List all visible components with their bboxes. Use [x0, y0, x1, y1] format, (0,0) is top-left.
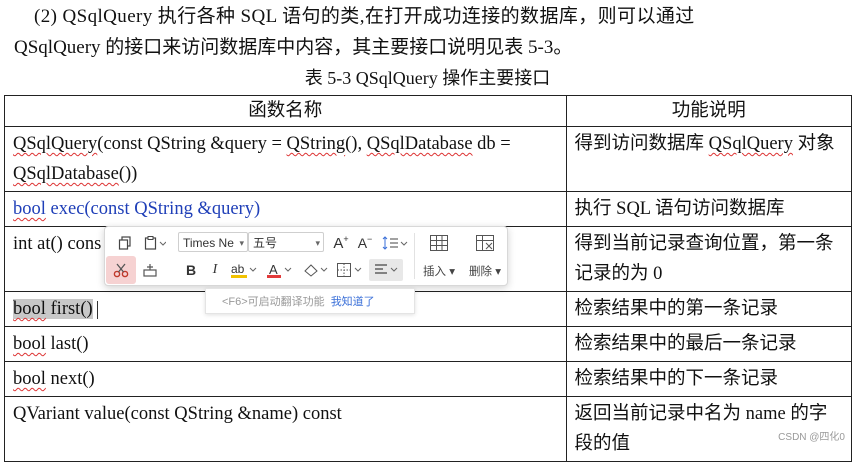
- table-row: bool last() 检索结果中的最后一条记录: [4, 326, 853, 362]
- table-row: QVariant value(const QString &name) cons…: [4, 396, 853, 462]
- description-cell: 检索结果中的下一条记录: [565, 361, 853, 397]
- delete-label[interactable]: 删除 ▾: [469, 263, 501, 279]
- tip-text: <F6>可启动翻译功能: [222, 296, 325, 308]
- selected-text: bool first(): [13, 299, 93, 319]
- align-icon[interactable]: [369, 259, 403, 281]
- font-grow-icon[interactable]: A +: [331, 232, 351, 254]
- header-description: 功能说明: [565, 95, 853, 127]
- font-name-select[interactable]: Times Ne ▾: [178, 232, 248, 252]
- translation-tip: <F6>可启动翻译功能 我知道了: [205, 288, 415, 314]
- table-header-row: 函数名称 功能说明: [4, 95, 853, 127]
- paragraph-line-1: (2) QSqlQuery 执行各种 SQL 语句的类,在打开成功连接的数据库，…: [34, 6, 695, 27]
- text-cursor: [96, 300, 98, 319]
- table-row: bool exec(const QString &query) 执行 SQL 语…: [4, 191, 853, 227]
- description-cell: 检索结果中的第一条记录: [565, 291, 853, 327]
- table-caption: 表 5-3 QSqlQuery 操作主要接口: [304, 68, 551, 88]
- table-insert-icon[interactable]: [423, 232, 455, 254]
- fill-color-icon[interactable]: [301, 259, 331, 281]
- toolbar-divider: [414, 233, 415, 279]
- function-name-cell: QVariant value(const QString &name) cons…: [4, 396, 567, 462]
- dismiss-tip-link[interactable]: 我知道了: [331, 296, 375, 308]
- format-painter-icon[interactable]: [139, 259, 161, 281]
- paragraph-line-2: QSqlQuery 的接口来访问数据库中内容，其主要接口说明见表 5-3。: [14, 37, 573, 58]
- font-shrink-icon[interactable]: A −: [355, 232, 375, 254]
- header-function-name: 函数名称: [4, 95, 567, 127]
- bold-icon[interactable]: B: [181, 259, 201, 281]
- floating-format-toolbar: Times Ne ▾ 五号 ▾ A + A − B I ab A 插入 ▾ 删除 ▾: [104, 226, 508, 286]
- insert-label[interactable]: 插入 ▾: [423, 263, 455, 279]
- table-row: bool next() 检索结果中的下一条记录: [4, 361, 853, 397]
- function-name-cell: bool next(): [4, 361, 567, 397]
- paste-icon[interactable]: [141, 232, 169, 254]
- border-icon[interactable]: [335, 259, 365, 281]
- svg-text:A: A: [269, 262, 278, 277]
- line-spacing-icon[interactable]: [381, 232, 409, 254]
- table-delete-icon[interactable]: [469, 232, 501, 254]
- description-cell: 执行 SQL 语句访问数据库: [565, 191, 853, 227]
- font-color-icon[interactable]: A: [265, 259, 295, 281]
- font-size-select[interactable]: 五号 ▾: [248, 232, 324, 252]
- function-name-cell: bool exec(const QString &query): [4, 191, 567, 227]
- highlight-icon[interactable]: ab: [229, 259, 259, 281]
- function-name-cell: bool last(): [4, 326, 567, 362]
- italic-icon[interactable]: I: [205, 259, 225, 281]
- table-row: QSqlQuery(const QString &query = QString…: [4, 126, 853, 192]
- watermark: CSDN @四化0: [778, 432, 845, 443]
- description-cell: 检索结果中的最后一条记录: [565, 326, 853, 362]
- function-name-cell: QSqlQuery(const QString &query = QString…: [4, 126, 567, 192]
- table-row: bool first() 检索结果中的第一条记录: [4, 291, 853, 327]
- cut-icon[interactable]: [110, 259, 132, 281]
- copy-icon[interactable]: [115, 232, 135, 254]
- description-cell: 得到访问数据库 QSqlQuery 对象: [565, 126, 853, 192]
- description-cell: 得到当前记录查询位置，第一条记录的为 0: [565, 226, 853, 292]
- svg-text:ab: ab: [231, 262, 245, 276]
